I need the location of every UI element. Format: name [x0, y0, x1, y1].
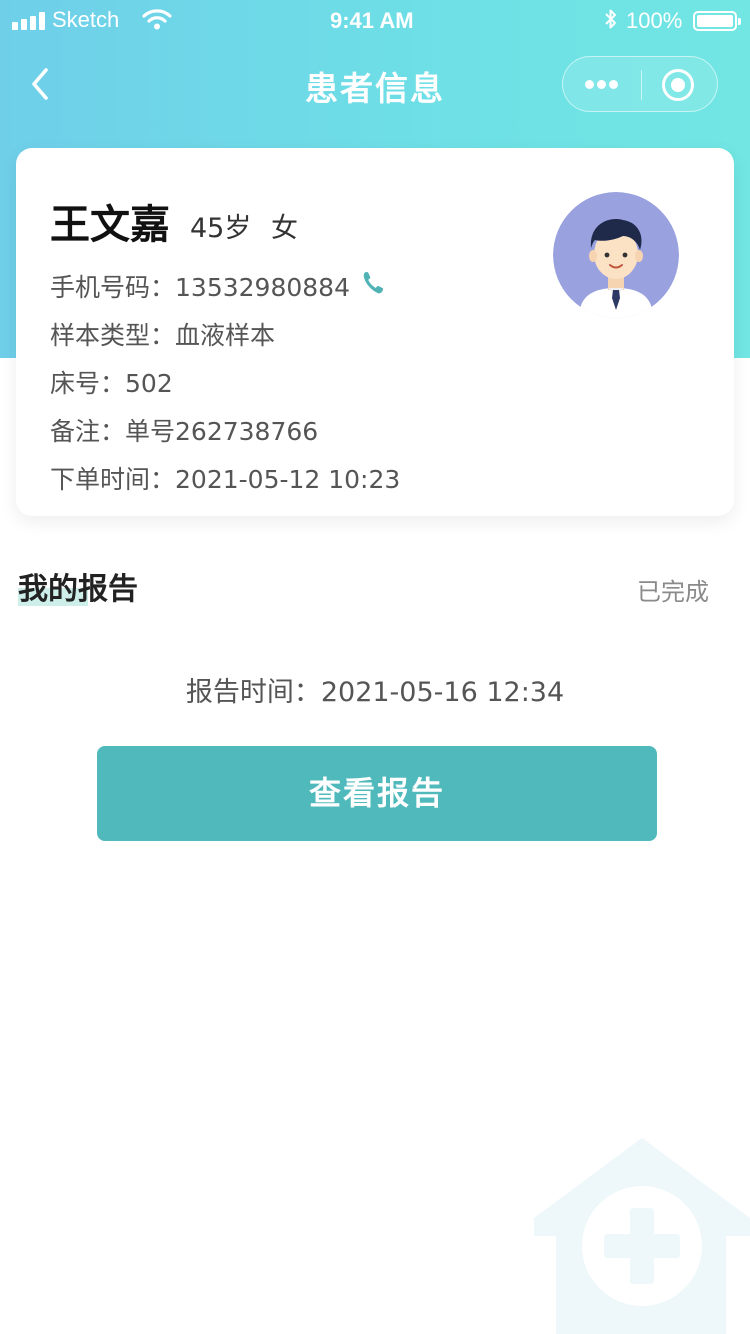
hospital-watermark-icon — [534, 1138, 750, 1334]
report-time-label: 报告时间： — [185, 677, 321, 708]
avatar — [553, 192, 679, 318]
bed-row: 床号：502 — [50, 364, 173, 400]
battery-percent: 100% — [626, 8, 683, 33]
close-button[interactable] — [642, 57, 719, 113]
phone-icon[interactable] — [361, 270, 385, 296]
patient-card: 王文嘉 45岁 女 手机号码：13532980884 样本类型：血液样本 床号：… — [16, 148, 734, 516]
more-button[interactable] — [563, 57, 641, 113]
sample-label: 样本类型： — [50, 321, 176, 350]
battery-icon — [693, 11, 741, 31]
bed-number: 502 — [125, 369, 173, 398]
status-bar: Sketch 9:41 AM 100% — [0, 0, 750, 42]
report-time-value: 2021-05-16 12:34 — [320, 677, 565, 708]
patient-age: 45岁 — [190, 213, 252, 244]
order-time-row: 下单时间：2021-05-12 10:23 — [50, 460, 400, 496]
phone-row: 手机号码：13532980884 — [50, 268, 350, 304]
sample-type: 血液样本 — [175, 321, 276, 350]
note-value: 单号262738766 — [125, 417, 319, 446]
signal-icon — [12, 12, 46, 30]
carrier-label: Sketch — [52, 7, 120, 32]
patient-name: 王文嘉 — [50, 202, 170, 248]
order-time-label: 下单时间： — [50, 465, 176, 494]
mini-program-capsule — [562, 56, 718, 112]
note-row: 备注：单号262738766 — [50, 412, 318, 448]
bed-label: 床号： — [50, 369, 126, 398]
wifi-icon — [142, 9, 172, 30]
avatar-illustration — [553, 192, 679, 318]
phone-number[interactable]: 13532980884 — [175, 273, 350, 302]
section-title: 我的报告 — [18, 572, 138, 607]
report-time: 报告时间：2021-05-16 12:34 — [0, 670, 750, 709]
view-report-button[interactable]: 查看报告 — [97, 746, 657, 841]
clock: 9:41 AM — [330, 8, 414, 33]
phone-label: 手机号码： — [50, 273, 176, 302]
patient-gender: 女 — [271, 213, 298, 244]
report-status: 已完成 — [637, 578, 709, 606]
bluetooth-icon — [605, 9, 616, 29]
sample-row: 样本类型：血液样本 — [50, 316, 275, 352]
order-time-value: 2021-05-12 10:23 — [175, 465, 401, 494]
note-label: 备注： — [50, 417, 126, 446]
